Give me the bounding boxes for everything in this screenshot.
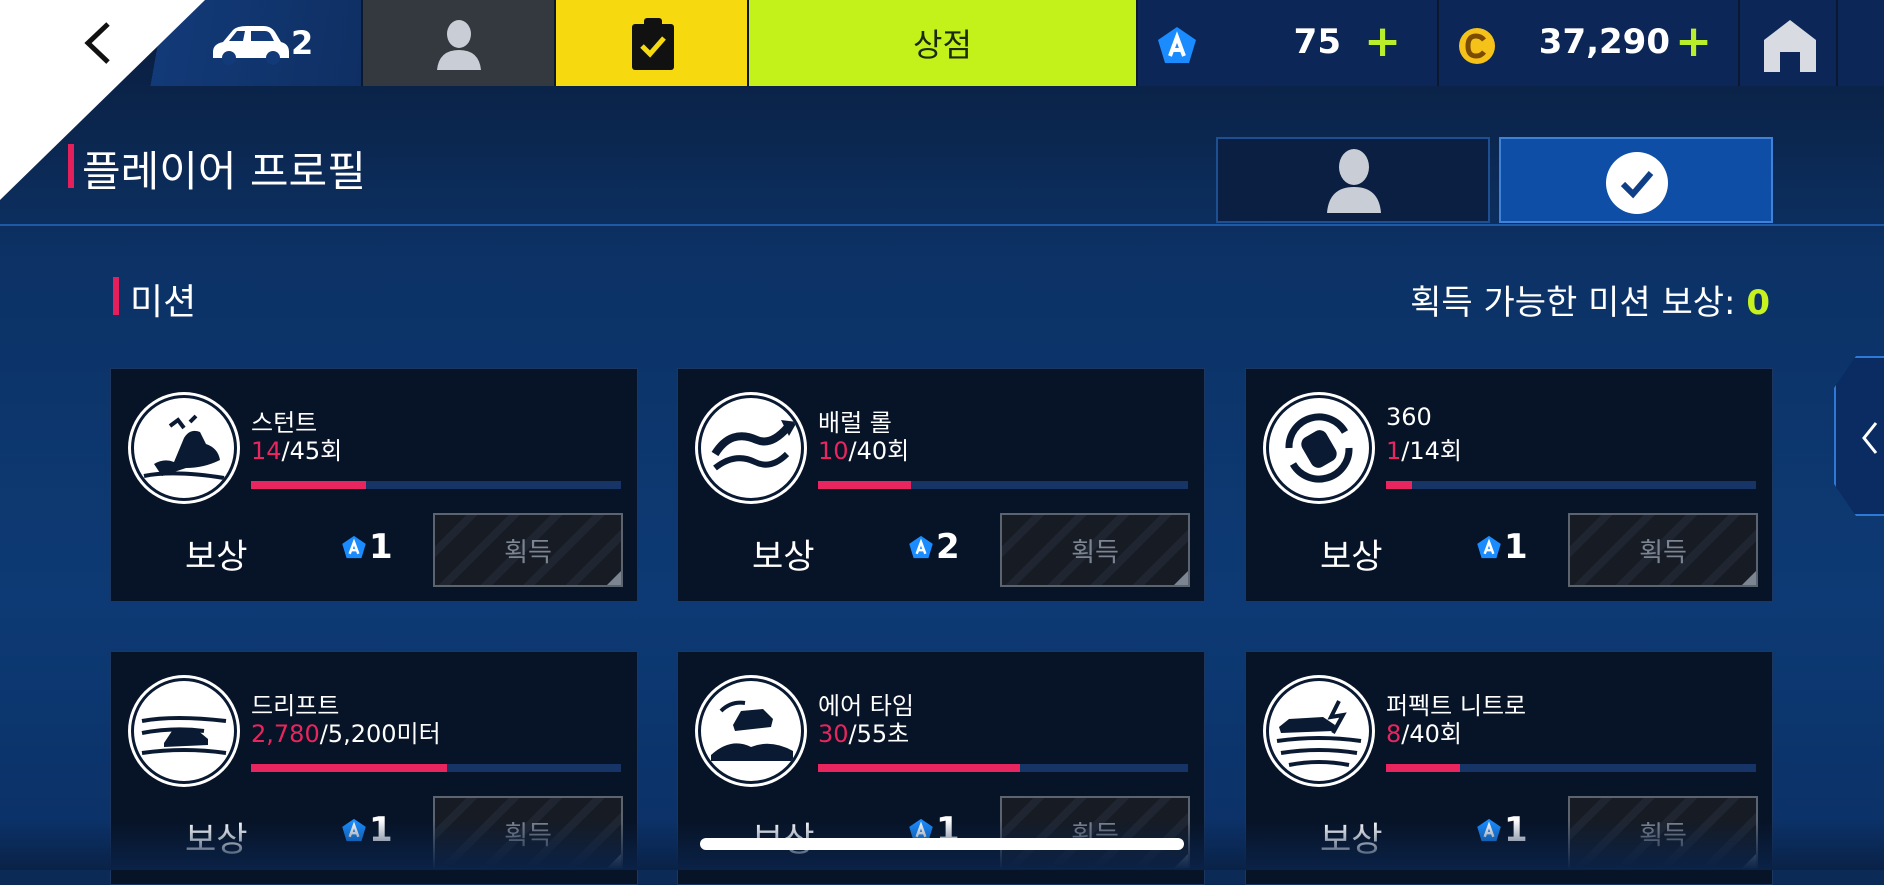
home-button[interactable] (1740, 0, 1838, 86)
spin-360-icon (1266, 395, 1372, 501)
credit-balance[interactable]: 37,290 + (1439, 0, 1740, 86)
progress-fill (1386, 764, 1460, 772)
progress-bar (1386, 481, 1756, 489)
progress-fill (251, 481, 366, 489)
progress-total: /55초 (848, 720, 910, 748)
tab-profile[interactable] (1216, 137, 1490, 223)
token-icon (909, 535, 933, 559)
back-icon (84, 22, 110, 64)
chevron-left-icon (1862, 422, 1878, 454)
available-rewards: 획득 가능한 미션 보상: 0 (1410, 275, 1770, 324)
token-icon (1158, 27, 1196, 63)
reward-amount: 2 (908, 527, 960, 567)
progress-current: 14 (251, 437, 282, 465)
checkmark-icon (1606, 152, 1668, 214)
claim-button[interactable]: 획득 (1568, 513, 1758, 587)
section-accent (113, 277, 119, 315)
claim-button[interactable]: 획득 (1000, 513, 1190, 587)
air-time-icon (698, 678, 804, 784)
title-accent (68, 144, 74, 188)
progress-total: /40회 (1401, 720, 1462, 748)
claim-button[interactable]: 획득 (433, 513, 623, 587)
home-indicator[interactable] (700, 838, 1184, 850)
available-rewards-label: 획득 가능한 미션 보상: (1410, 283, 1747, 323)
available-rewards-value: 0 (1746, 283, 1770, 323)
credit-icon (1459, 28, 1495, 64)
clipboard-check-icon (632, 18, 674, 70)
car-icon (213, 26, 289, 65)
mission-card-barrel-roll: 배럴 롤 10/40회 보상 2 획득 (677, 368, 1205, 602)
progress-current: 10 (818, 437, 849, 465)
profile-icon (437, 20, 481, 70)
home-icon (1764, 20, 1816, 72)
profile-icon (1327, 149, 1381, 213)
profile-button[interactable] (363, 0, 556, 86)
reward-value: 1 (369, 527, 393, 567)
progress-total: /40회 (848, 437, 910, 465)
mission-progress: 30/55초 (818, 714, 909, 749)
reward-label: 보상 (752, 537, 815, 577)
progress-total: /45회 (281, 437, 343, 465)
reward-label: 보상 (185, 537, 248, 577)
progress-bar (818, 764, 1188, 772)
drift-icon (131, 678, 237, 784)
missions-section-title: 미션 (130, 282, 197, 323)
perfect-nitro-icon (1266, 678, 1372, 784)
token-count: 75 (1293, 22, 1341, 62)
progress-total: /14회 (1401, 437, 1462, 465)
add-credits-icon[interactable]: + (1675, 20, 1712, 64)
progress-current: 8 (1386, 720, 1402, 748)
mission-progress: 1/14회 (1386, 431, 1462, 466)
reward-label: 보상 (1320, 537, 1383, 577)
progress-bar (251, 481, 621, 489)
credit-count: 37,290 (1538, 22, 1670, 62)
token-balance[interactable]: 75 + (1138, 0, 1439, 86)
top-bar-edge (1838, 0, 1884, 86)
shop-label: 상점 (913, 26, 972, 64)
progress-total: /5,200미터 (319, 720, 441, 748)
tab-missions[interactable] (1499, 137, 1773, 223)
progress-fill (818, 764, 1020, 772)
progress-bar (251, 764, 621, 772)
missions-button[interactable] (556, 0, 749, 86)
page-title: 플레이어 프로필 (82, 147, 366, 196)
add-tokens-icon[interactable]: + (1364, 20, 1401, 64)
mission-card-360: 360 1/14회 보상 1 획득 (1245, 368, 1773, 602)
shop-button[interactable]: 상점 (749, 0, 1138, 86)
cars-count: 2 (291, 24, 314, 62)
mission-progress: 2,780/5,200미터 (251, 714, 441, 749)
progress-current: 30 (818, 720, 849, 748)
mission-card-stunt: 스턴트 14/45회 보상 1 획득 (110, 368, 638, 602)
progress-fill (1386, 481, 1412, 489)
reward-value: 1 (1504, 527, 1528, 567)
progress-bar (1386, 764, 1756, 772)
progress-current: 1 (1386, 437, 1402, 465)
progress-fill (251, 764, 448, 772)
mission-progress: 10/40회 (818, 431, 909, 466)
mission-name: 360 (1386, 403, 1432, 431)
token-icon (342, 535, 366, 559)
progress-fill (818, 481, 911, 489)
top-bar: 2 상점 75 + 37,290 + (0, 0, 1884, 86)
reward-amount: 1 (1476, 527, 1528, 567)
mission-progress: 8/40회 (1386, 714, 1462, 749)
progress-current: 2,780 (251, 720, 320, 748)
reward-amount: 1 (341, 527, 393, 567)
mission-progress: 14/45회 (251, 431, 342, 466)
barrel-roll-icon (698, 395, 804, 501)
side-panel-toggle[interactable] (1834, 356, 1884, 516)
progress-bar (818, 481, 1188, 489)
reward-value: 2 (936, 527, 960, 567)
token-icon (1477, 535, 1501, 559)
stunt-icon (131, 395, 237, 501)
